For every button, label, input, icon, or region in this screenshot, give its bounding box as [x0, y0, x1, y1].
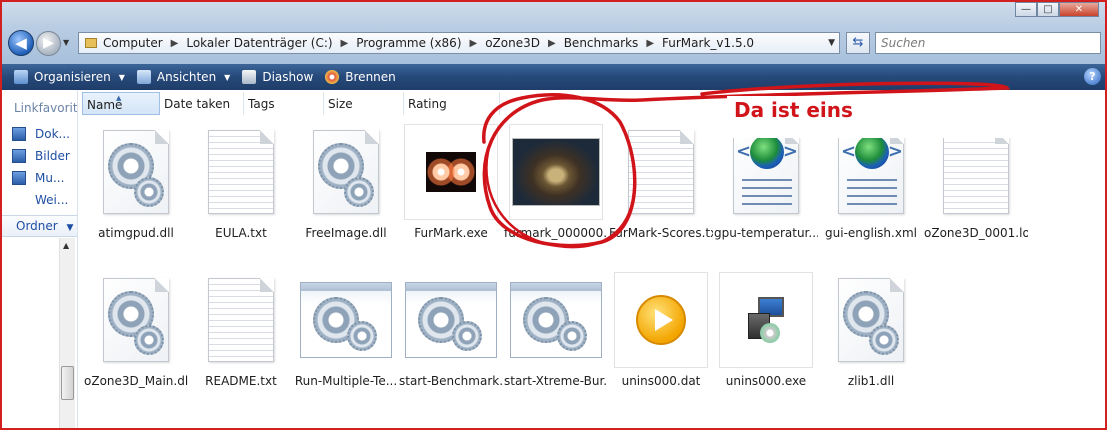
annotation-circle-icon	[482, 81, 1011, 249]
explorer-window: — □ ✕ ◀ ▶ ▼ Computer ▶ Lokaler Datenträg…	[0, 0, 1107, 430]
annotation-label: Da ist eins	[727, 96, 1045, 138]
